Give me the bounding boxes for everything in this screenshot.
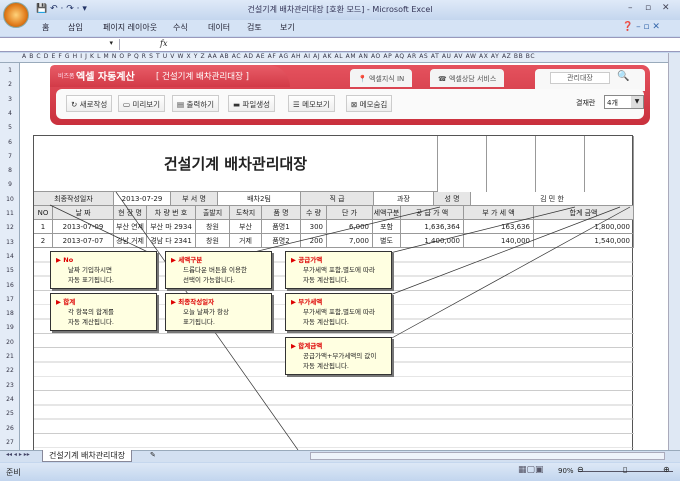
row-number[interactable]: 24: [0, 396, 20, 403]
row-number[interactable]: 26: [0, 425, 20, 432]
note-body: 선택이 가능합니다.: [183, 276, 235, 284]
row-number[interactable]: 20: [0, 339, 20, 346]
note-body: 각 항목의 합계를: [68, 308, 114, 316]
help-icon[interactable]: ❓ – ▫ ✕: [622, 22, 660, 32]
row-number[interactable]: 3: [0, 96, 20, 103]
view-buttons[interactable]: ▦▢▣: [518, 465, 544, 475]
tab-home[interactable]: 홈: [42, 22, 49, 33]
office-button[interactable]: [3, 2, 29, 28]
minimize-icon[interactable]: –: [628, 3, 633, 13]
tab-formulas[interactable]: 수식: [173, 22, 188, 33]
row-number[interactable]: 18: [0, 310, 20, 317]
formula-input[interactable]: [175, 39, 665, 50]
note-body: 부가세액 포함,별도에 따라: [303, 266, 375, 274]
memo-note[interactable]: ▶ 합계각 항목의 합계를자동 계산됩니다.: [50, 293, 157, 331]
row-number[interactable]: 22: [0, 367, 20, 374]
zoom-level[interactable]: 90%: [558, 467, 574, 475]
name-box[interactable]: ▾: [2, 39, 120, 50]
row-number[interactable]: 6: [0, 139, 20, 146]
row-number[interactable]: 19: [0, 324, 20, 331]
arrow-line: [389, 206, 631, 340]
note-title: ▶ No: [56, 256, 74, 264]
row-headers: 1 2 3 4 5 6 7 8 9 10 11 12 13 14 15 16 17 18 19 20 21 22 23 24 2…: [0, 63, 20, 450]
window-title: 건설기계 배차관리대장 [호환 모드] - Microsoft Excel: [247, 5, 433, 14]
ribbon: [0, 20, 680, 36]
note-body: 공급가액+부가세액의 값이: [303, 352, 377, 360]
status-ready: 준비: [6, 468, 21, 477]
fx-icon[interactable]: fx: [160, 39, 167, 48]
zoom-thumb[interactable]: ▯: [623, 465, 627, 474]
arrow-line: [389, 206, 621, 296]
sheet-tab[interactable]: 건설기계 배차관리대장: [42, 450, 133, 462]
tab-page-layout[interactable]: 페이지 레이아웃: [103, 22, 157, 33]
insert-sheet-icon[interactable]: ✎: [150, 451, 170, 461]
row-number[interactable]: 27: [0, 439, 20, 446]
row-number[interactable]: 4: [0, 110, 20, 117]
note-body: 자동 계산됩니다.: [303, 362, 349, 370]
sheet-nav-arrows[interactable]: ◂◂ ◂ ▸ ▸▸: [6, 451, 30, 458]
note-title: ▶ 합계: [56, 298, 76, 306]
row-number[interactable]: 15: [0, 267, 20, 274]
note-body: 자동 계산됩니다.: [303, 276, 349, 284]
arrow-line: [389, 206, 576, 254]
row-number[interactable]: 14: [0, 253, 20, 260]
note-title: ▶ 세액구분: [171, 256, 203, 264]
row-number[interactable]: 1: [0, 67, 20, 74]
row-number[interactable]: 2: [0, 81, 20, 88]
row-number[interactable]: 25: [0, 410, 20, 417]
tab-data[interactable]: 데이터: [208, 22, 230, 33]
row-number[interactable]: 11: [0, 210, 20, 217]
close-icon[interactable]: ✕: [662, 3, 670, 13]
memo-note[interactable]: ▶ 공급가액부가세액 포함,별도에 따라자동 계산됩니다.: [285, 251, 392, 289]
vertical-scrollbar[interactable]: [668, 53, 680, 450]
arrow-line: [249, 206, 441, 254]
row-number[interactable]: 16: [0, 282, 20, 289]
horizontal-scrollbar[interactable]: [310, 452, 665, 460]
maximize-icon[interactable]: ▫: [645, 3, 651, 13]
memo-note[interactable]: ▶ 세액구분드롭다운 버튼을 이용한선택이 가능합니다.: [165, 251, 272, 289]
row-number[interactable]: 17: [0, 296, 20, 303]
row-number[interactable]: 23: [0, 382, 20, 389]
row-number[interactable]: 10: [0, 196, 20, 203]
note-body: 자동 표기됩니다.: [68, 276, 114, 284]
note-body: 오늘 날짜가 항상: [183, 308, 229, 316]
tab-review[interactable]: 검토: [247, 22, 262, 33]
row-number[interactable]: 13: [0, 239, 20, 246]
arrow-line: [49, 204, 151, 254]
note-body: 날짜 기입하시면: [68, 266, 112, 274]
tab-insert[interactable]: 삽입: [68, 22, 83, 33]
worksheet[interactable]: 비즈폼 엑셀 자동계산 [ 건설기계 배차관리대장 ] 📍 엑셀지식 IN ☎ …: [20, 63, 668, 450]
row-number[interactable]: 21: [0, 353, 20, 360]
note-title: ▶ 최종작성일자: [171, 298, 215, 306]
note-title: ▶ 공급가액: [291, 256, 323, 264]
memo-note[interactable]: ▶ No 날짜 기입하시면자동 표기됩니다.: [50, 251, 157, 289]
zoom-in-icon[interactable]: ⊕: [663, 465, 670, 474]
note-body: 드롭다운 버튼을 이용한: [183, 266, 247, 274]
row-number[interactable]: 8: [0, 167, 20, 174]
tab-view[interactable]: 보기: [280, 22, 295, 33]
note-body: 자동 계산됩니다.: [68, 318, 114, 326]
note-title: ▶ 부가세액: [291, 298, 323, 306]
row-number[interactable]: 5: [0, 124, 20, 131]
row-number[interactable]: 9: [0, 181, 20, 188]
memo-note[interactable]: ▶ 부가세액부가세액 포함,별도에 따라자동 계산됩니다.: [285, 293, 392, 331]
row-number[interactable]: 12: [0, 224, 20, 231]
note-body: 부가세액 포함,별도에 따라: [303, 308, 375, 316]
note-title: ▶ 합계금액: [291, 342, 323, 350]
row-number[interactable]: 7: [0, 153, 20, 160]
note-body: 자동 계산됩니다.: [303, 318, 349, 326]
memo-note[interactable]: ▶ 최종작성일자오늘 날짜가 항상표기됩니다.: [165, 293, 272, 331]
note-body: 표기됩니다.: [183, 318, 215, 326]
zoom-out-icon[interactable]: ⊖: [577, 465, 584, 474]
column-headers: A B C D E F G H I J K L M N O P Q R S T …: [0, 53, 668, 63]
memo-note[interactable]: ▶ 합계금액공급가액+부가세액의 값이자동 계산됩니다.: [285, 337, 392, 375]
